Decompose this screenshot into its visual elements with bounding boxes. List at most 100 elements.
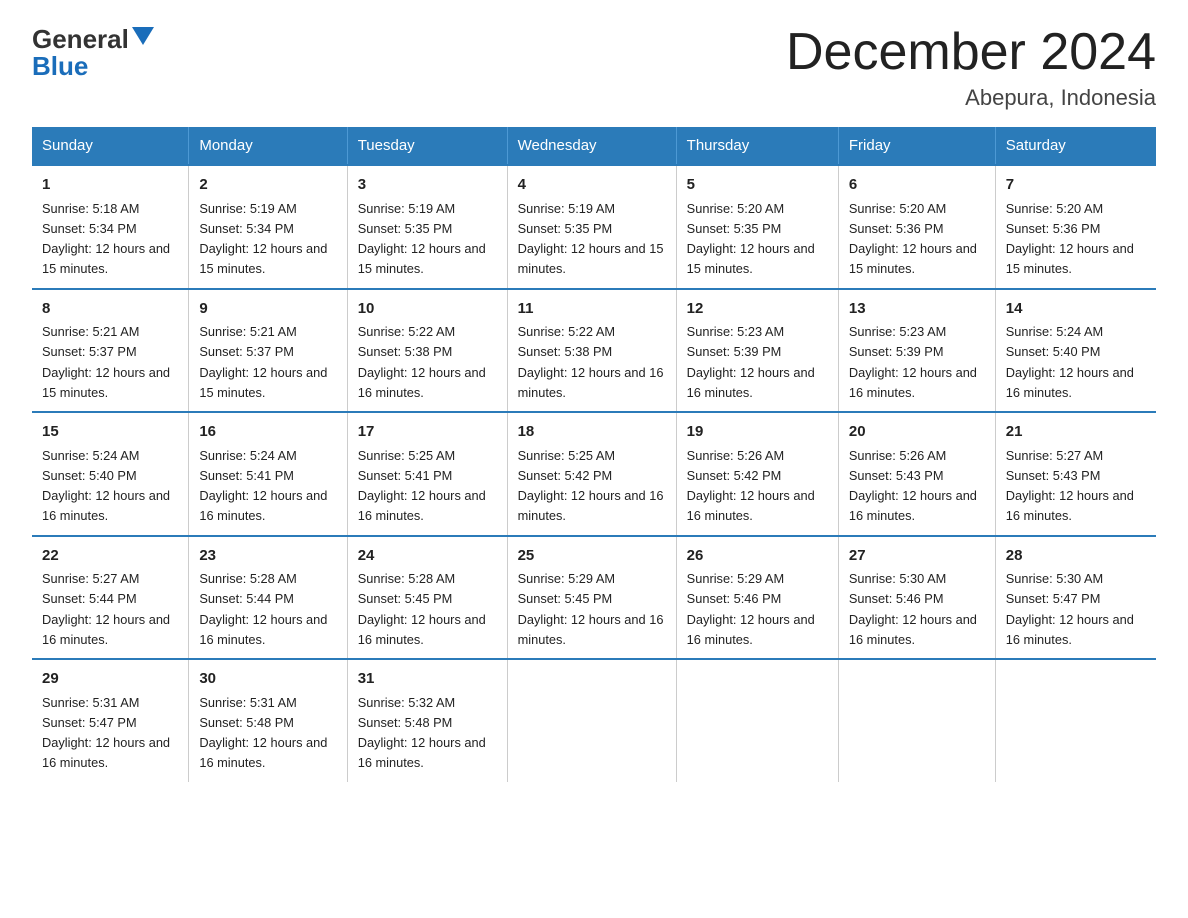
table-row (507, 659, 676, 782)
day-number: 17 (358, 421, 497, 444)
day-number: 5 (687, 174, 828, 197)
table-row: 28 Sunrise: 5:30 AMSunset: 5:47 PMDaylig… (995, 536, 1156, 660)
table-row (995, 659, 1156, 782)
table-row: 27 Sunrise: 5:30 AMSunset: 5:46 PMDaylig… (838, 536, 995, 660)
table-row: 24 Sunrise: 5:28 AMSunset: 5:45 PMDaylig… (347, 536, 507, 660)
col-thursday: Thursday (676, 127, 838, 165)
day-info: Sunrise: 5:29 AMSunset: 5:45 PMDaylight:… (518, 571, 664, 647)
day-number: 24 (358, 545, 497, 568)
day-info: Sunrise: 5:31 AMSunset: 5:48 PMDaylight:… (199, 695, 327, 771)
day-info: Sunrise: 5:24 AMSunset: 5:41 PMDaylight:… (199, 448, 327, 524)
table-row: 17 Sunrise: 5:25 AMSunset: 5:41 PMDaylig… (347, 412, 507, 536)
day-number: 30 (199, 668, 336, 691)
calendar-table: Sunday Monday Tuesday Wednesday Thursday… (32, 127, 1156, 782)
day-number: 8 (42, 298, 178, 321)
table-row: 7 Sunrise: 5:20 AMSunset: 5:36 PMDayligh… (995, 165, 1156, 289)
table-row: 8 Sunrise: 5:21 AMSunset: 5:37 PMDayligh… (32, 289, 189, 413)
table-row: 10 Sunrise: 5:22 AMSunset: 5:38 PMDaylig… (347, 289, 507, 413)
day-info: Sunrise: 5:30 AMSunset: 5:46 PMDaylight:… (849, 571, 977, 647)
table-row: 22 Sunrise: 5:27 AMSunset: 5:44 PMDaylig… (32, 536, 189, 660)
table-row: 31 Sunrise: 5:32 AMSunset: 5:48 PMDaylig… (347, 659, 507, 782)
col-saturday: Saturday (995, 127, 1156, 165)
day-info: Sunrise: 5:19 AMSunset: 5:34 PMDaylight:… (199, 201, 327, 277)
day-info: Sunrise: 5:20 AMSunset: 5:36 PMDaylight:… (1006, 201, 1134, 277)
table-row: 6 Sunrise: 5:20 AMSunset: 5:36 PMDayligh… (838, 165, 995, 289)
day-number: 27 (849, 545, 985, 568)
page-header: General Blue December 2024 Abepura, Indo… (32, 24, 1156, 111)
table-row: 23 Sunrise: 5:28 AMSunset: 5:44 PMDaylig… (189, 536, 347, 660)
calendar-week-row: 15 Sunrise: 5:24 AMSunset: 5:40 PMDaylig… (32, 412, 1156, 536)
day-number: 10 (358, 298, 497, 321)
day-info: Sunrise: 5:23 AMSunset: 5:39 PMDaylight:… (849, 324, 977, 400)
table-row: 19 Sunrise: 5:26 AMSunset: 5:42 PMDaylig… (676, 412, 838, 536)
day-info: Sunrise: 5:22 AMSunset: 5:38 PMDaylight:… (358, 324, 486, 400)
day-number: 19 (687, 421, 828, 444)
table-row: 13 Sunrise: 5:23 AMSunset: 5:39 PMDaylig… (838, 289, 995, 413)
day-info: Sunrise: 5:19 AMSunset: 5:35 PMDaylight:… (358, 201, 486, 277)
day-info: Sunrise: 5:31 AMSunset: 5:47 PMDaylight:… (42, 695, 170, 771)
day-number: 1 (42, 174, 178, 197)
table-row: 25 Sunrise: 5:29 AMSunset: 5:45 PMDaylig… (507, 536, 676, 660)
calendar-week-row: 22 Sunrise: 5:27 AMSunset: 5:44 PMDaylig… (32, 536, 1156, 660)
day-info: Sunrise: 5:19 AMSunset: 5:35 PMDaylight:… (518, 201, 664, 277)
day-number: 20 (849, 421, 985, 444)
table-row: 9 Sunrise: 5:21 AMSunset: 5:37 PMDayligh… (189, 289, 347, 413)
day-info: Sunrise: 5:26 AMSunset: 5:43 PMDaylight:… (849, 448, 977, 524)
day-info: Sunrise: 5:21 AMSunset: 5:37 PMDaylight:… (42, 324, 170, 400)
day-info: Sunrise: 5:22 AMSunset: 5:38 PMDaylight:… (518, 324, 664, 400)
day-info: Sunrise: 5:24 AMSunset: 5:40 PMDaylight:… (1006, 324, 1134, 400)
day-info: Sunrise: 5:28 AMSunset: 5:45 PMDaylight:… (358, 571, 486, 647)
calendar-header-row: Sunday Monday Tuesday Wednesday Thursday… (32, 127, 1156, 165)
calendar-week-row: 8 Sunrise: 5:21 AMSunset: 5:37 PMDayligh… (32, 289, 1156, 413)
day-number: 6 (849, 174, 985, 197)
day-info: Sunrise: 5:25 AMSunset: 5:42 PMDaylight:… (518, 448, 664, 524)
day-number: 7 (1006, 174, 1146, 197)
day-info: Sunrise: 5:29 AMSunset: 5:46 PMDaylight:… (687, 571, 815, 647)
page-title: December 2024 (786, 24, 1156, 81)
day-number: 18 (518, 421, 666, 444)
day-number: 15 (42, 421, 178, 444)
day-info: Sunrise: 5:21 AMSunset: 5:37 PMDaylight:… (199, 324, 327, 400)
day-number: 22 (42, 545, 178, 568)
table-row: 21 Sunrise: 5:27 AMSunset: 5:43 PMDaylig… (995, 412, 1156, 536)
day-info: Sunrise: 5:26 AMSunset: 5:42 PMDaylight:… (687, 448, 815, 524)
day-number: 3 (358, 174, 497, 197)
day-number: 2 (199, 174, 336, 197)
day-number: 12 (687, 298, 828, 321)
day-number: 13 (849, 298, 985, 321)
table-row (676, 659, 838, 782)
day-number: 23 (199, 545, 336, 568)
table-row: 15 Sunrise: 5:24 AMSunset: 5:40 PMDaylig… (32, 412, 189, 536)
table-row: 16 Sunrise: 5:24 AMSunset: 5:41 PMDaylig… (189, 412, 347, 536)
col-sunday: Sunday (32, 127, 189, 165)
table-row: 26 Sunrise: 5:29 AMSunset: 5:46 PMDaylig… (676, 536, 838, 660)
table-row: 29 Sunrise: 5:31 AMSunset: 5:47 PMDaylig… (32, 659, 189, 782)
col-friday: Friday (838, 127, 995, 165)
day-number: 29 (42, 668, 178, 691)
logo: General Blue (32, 24, 154, 82)
day-number: 31 (358, 668, 497, 691)
table-row (838, 659, 995, 782)
table-row: 30 Sunrise: 5:31 AMSunset: 5:48 PMDaylig… (189, 659, 347, 782)
table-row: 12 Sunrise: 5:23 AMSunset: 5:39 PMDaylig… (676, 289, 838, 413)
day-number: 9 (199, 298, 336, 321)
table-row: 2 Sunrise: 5:19 AMSunset: 5:34 PMDayligh… (189, 165, 347, 289)
table-row: 3 Sunrise: 5:19 AMSunset: 5:35 PMDayligh… (347, 165, 507, 289)
day-info: Sunrise: 5:25 AMSunset: 5:41 PMDaylight:… (358, 448, 486, 524)
day-info: Sunrise: 5:27 AMSunset: 5:44 PMDaylight:… (42, 571, 170, 647)
day-number: 25 (518, 545, 666, 568)
calendar-week-row: 29 Sunrise: 5:31 AMSunset: 5:47 PMDaylig… (32, 659, 1156, 782)
day-info: Sunrise: 5:20 AMSunset: 5:35 PMDaylight:… (687, 201, 815, 277)
logo-arrow-icon (132, 27, 154, 50)
table-row: 1 Sunrise: 5:18 AMSunset: 5:34 PMDayligh… (32, 165, 189, 289)
col-monday: Monday (189, 127, 347, 165)
page-subtitle: Abepura, Indonesia (786, 85, 1156, 111)
title-block: December 2024 Abepura, Indonesia (786, 24, 1156, 111)
calendar-week-row: 1 Sunrise: 5:18 AMSunset: 5:34 PMDayligh… (32, 165, 1156, 289)
table-row: 5 Sunrise: 5:20 AMSunset: 5:35 PMDayligh… (676, 165, 838, 289)
col-tuesday: Tuesday (347, 127, 507, 165)
day-info: Sunrise: 5:27 AMSunset: 5:43 PMDaylight:… (1006, 448, 1134, 524)
day-info: Sunrise: 5:28 AMSunset: 5:44 PMDaylight:… (199, 571, 327, 647)
day-info: Sunrise: 5:18 AMSunset: 5:34 PMDaylight:… (42, 201, 170, 277)
day-number: 11 (518, 298, 666, 321)
